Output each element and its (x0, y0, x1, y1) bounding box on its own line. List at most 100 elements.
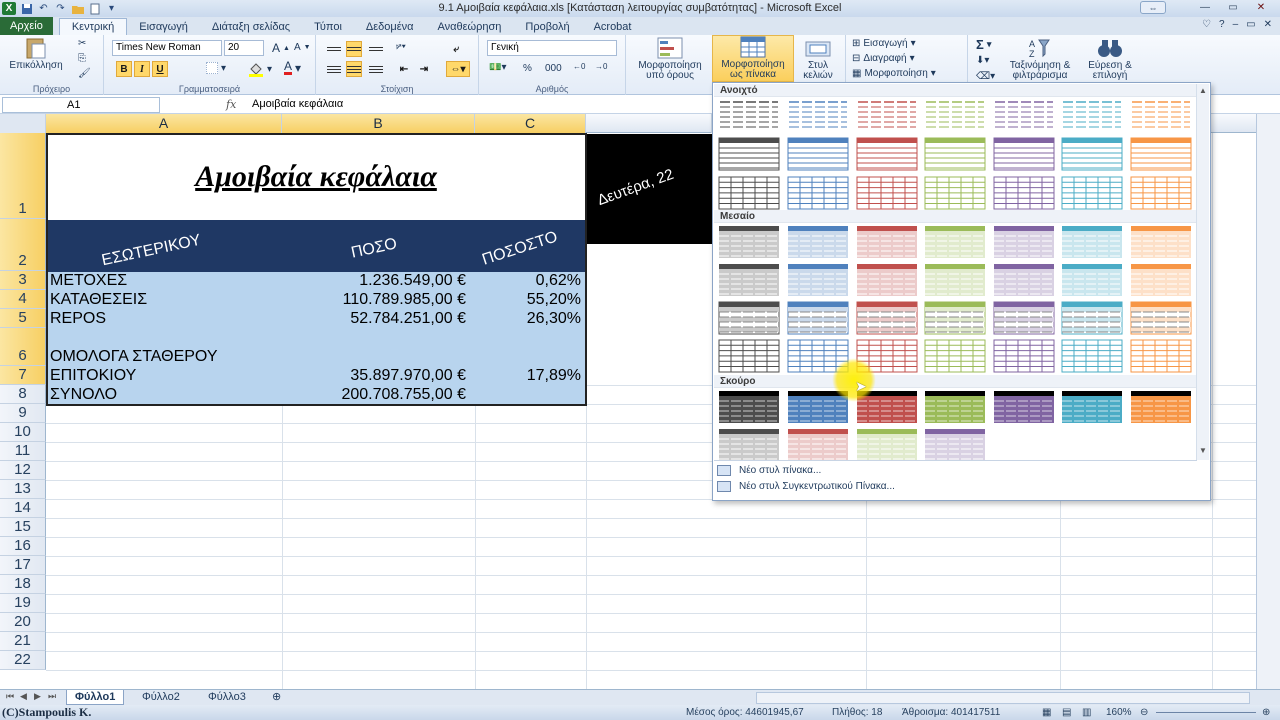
table-style-thumbnail[interactable] (1130, 137, 1192, 171)
table-style-thumbnail[interactable] (1061, 176, 1123, 210)
tab-data[interactable]: Δεδομένα (354, 18, 426, 35)
italic-button[interactable]: I (134, 61, 150, 77)
table-style-thumbnail[interactable] (1130, 98, 1192, 132)
conditional-formatting-button[interactable]: Μορφοποίηση υπό όρους (630, 37, 710, 81)
table-style-thumbnail[interactable] (1061, 98, 1123, 132)
merge-center-icon[interactable]: ⇔▾ (446, 61, 470, 77)
column-header-d[interactable] (586, 114, 712, 133)
zoom-out-icon[interactable]: ⊖ (1140, 707, 1148, 718)
vertical-scrollbar[interactable] (1256, 114, 1280, 689)
table-style-thumbnail[interactable] (718, 428, 780, 462)
next-sheet-icon[interactable]: ▶ (34, 691, 41, 702)
table-style-thumbnail[interactable] (856, 137, 918, 171)
table-style-thumbnail[interactable] (993, 137, 1055, 171)
table-style-thumbnail[interactable] (1061, 263, 1123, 297)
row5-pct[interactable]: 26,30% (477, 310, 581, 329)
increase-indent-icon[interactable]: ⇥ (416, 61, 432, 77)
row-header[interactable]: 8 (0, 385, 46, 404)
table-style-thumbnail[interactable] (787, 301, 849, 335)
align-bottom-icon[interactable] (368, 41, 384, 57)
table-style-thumbnail[interactable] (924, 390, 986, 424)
table-style-thumbnail[interactable] (1061, 339, 1123, 373)
row5-amount[interactable]: 52.784.251,00 € (284, 310, 466, 329)
increase-decimal-icon[interactable]: ←0 (573, 62, 585, 71)
row7-name[interactable]: ΣΥΝΟΛΟ (50, 386, 280, 405)
table-style-thumbnail[interactable] (718, 390, 780, 424)
table-style-thumbnail[interactable] (856, 98, 918, 132)
close-button[interactable]: ✕ (1248, 0, 1274, 15)
align-top-icon[interactable] (326, 41, 342, 57)
table-style-thumbnail[interactable] (787, 176, 849, 210)
underline-button[interactable]: U (152, 61, 168, 77)
thousands-button[interactable]: 000 (545, 63, 562, 74)
row-header[interactable]: 12 (0, 461, 46, 480)
insert-sheet-icon[interactable]: ⊕ (264, 690, 289, 705)
cell-styles-button[interactable]: Στυλ κελιών (796, 37, 840, 81)
table-style-thumbnail[interactable] (787, 428, 849, 462)
row-header[interactable]: 11 (0, 442, 46, 461)
row-header[interactable]: 6 (0, 328, 46, 366)
table-style-thumbnail[interactable] (787, 263, 849, 297)
table-style-thumbnail[interactable] (1061, 225, 1123, 259)
table-style-thumbnail[interactable] (993, 176, 1055, 210)
zoom-in-icon[interactable]: ⊕ (1262, 707, 1270, 718)
page-layout-view-icon[interactable]: ▤ (1062, 707, 1071, 718)
tab-page-layout[interactable]: Διάταξη σελίδας (200, 18, 302, 35)
sheet-tab-2[interactable]: Φύλλο2 (134, 690, 188, 705)
formula-input[interactable]: Αμοιβαία κεφάλαια (252, 98, 343, 110)
doc-restore-icon[interactable]: ▭ (1246, 19, 1255, 30)
row-header[interactable]: 13 (0, 480, 46, 499)
table-style-thumbnail[interactable] (718, 137, 780, 171)
new-icon[interactable] (88, 3, 101, 15)
collapse-ribbon-icon[interactable]: ♡ (1202, 19, 1211, 30)
row-header[interactable]: 19 (0, 594, 46, 613)
row-header[interactable]: 3 (0, 271, 46, 290)
table-style-thumbnail[interactable] (1130, 263, 1192, 297)
table-style-thumbnail[interactable] (1130, 339, 1192, 373)
help-icon[interactable]: ? (1219, 19, 1225, 30)
row-header[interactable]: 2 (0, 219, 46, 271)
row6-name-line2[interactable]: ΕΠΙΤΟΚΙΟΥ (50, 367, 280, 386)
row-header[interactable]: 21 (0, 632, 46, 651)
font-name-combo[interactable]: Times New Roman (112, 40, 222, 56)
copy-icon[interactable]: ⎘ (78, 53, 86, 64)
tab-insert[interactable]: Εισαγωγή (127, 18, 200, 35)
row4-name[interactable]: ΚΑΤΑΘΕΣΕΙΣ (50, 291, 280, 310)
select-all-corner[interactable] (0, 114, 46, 133)
row-header[interactable]: 1 (0, 133, 46, 219)
align-left-icon[interactable] (326, 61, 342, 77)
table-style-thumbnail[interactable] (856, 225, 918, 259)
tab-review[interactable]: Αναθεώρηση (426, 18, 514, 35)
doc-minimize-icon[interactable]: – (1233, 19, 1239, 30)
new-pivot-style-item[interactable]: Νέο στυλ Συγκεντρωτικού Πίνακα... (717, 481, 895, 492)
table-style-thumbnail[interactable] (993, 390, 1055, 424)
last-sheet-icon[interactable]: ⏭ (48, 691, 56, 702)
table-style-thumbnail[interactable] (718, 98, 780, 132)
table-style-thumbnail[interactable] (718, 301, 780, 335)
table-style-thumbnail[interactable] (718, 176, 780, 210)
table-style-thumbnail[interactable] (1130, 301, 1192, 335)
format-painter-icon[interactable]: 🖌 (78, 68, 91, 79)
bold-button[interactable]: B (116, 61, 132, 77)
table-style-thumbnail[interactable] (787, 225, 849, 259)
ribbon-restore-icon[interactable]: ⇔ (1140, 1, 1166, 14)
name-box[interactable]: A1 (2, 97, 160, 113)
insert-function-icon[interactable]: fx (226, 98, 236, 111)
new-table-style-item[interactable]: Νέο στυλ πίνακα... (717, 465, 821, 476)
tab-acrobat[interactable]: Acrobat (582, 18, 644, 35)
orientation-icon[interactable]: ⦬▾ (396, 41, 406, 52)
table-style-thumbnail[interactable] (924, 176, 986, 210)
percent-button[interactable]: % (523, 63, 532, 74)
align-center-icon[interactable] (346, 61, 362, 77)
maximize-button[interactable]: ▭ (1220, 0, 1246, 15)
row6-amount[interactable]: 35.897.970,00 € (284, 367, 466, 386)
autosum-button[interactable]: Σ ▾ (976, 37, 991, 52)
table-style-thumbnail[interactable] (787, 98, 849, 132)
first-sheet-icon[interactable]: ⏮ (6, 691, 14, 702)
table-style-thumbnail[interactable] (993, 98, 1055, 132)
row7-amount[interactable]: 200.708.755,00 € (284, 386, 466, 405)
row3-amount[interactable]: 1.236.549,00 € (284, 272, 466, 291)
table-style-thumbnail[interactable] (718, 263, 780, 297)
number-format-combo[interactable]: Γενική (487, 40, 617, 56)
save-icon[interactable] (20, 3, 33, 15)
